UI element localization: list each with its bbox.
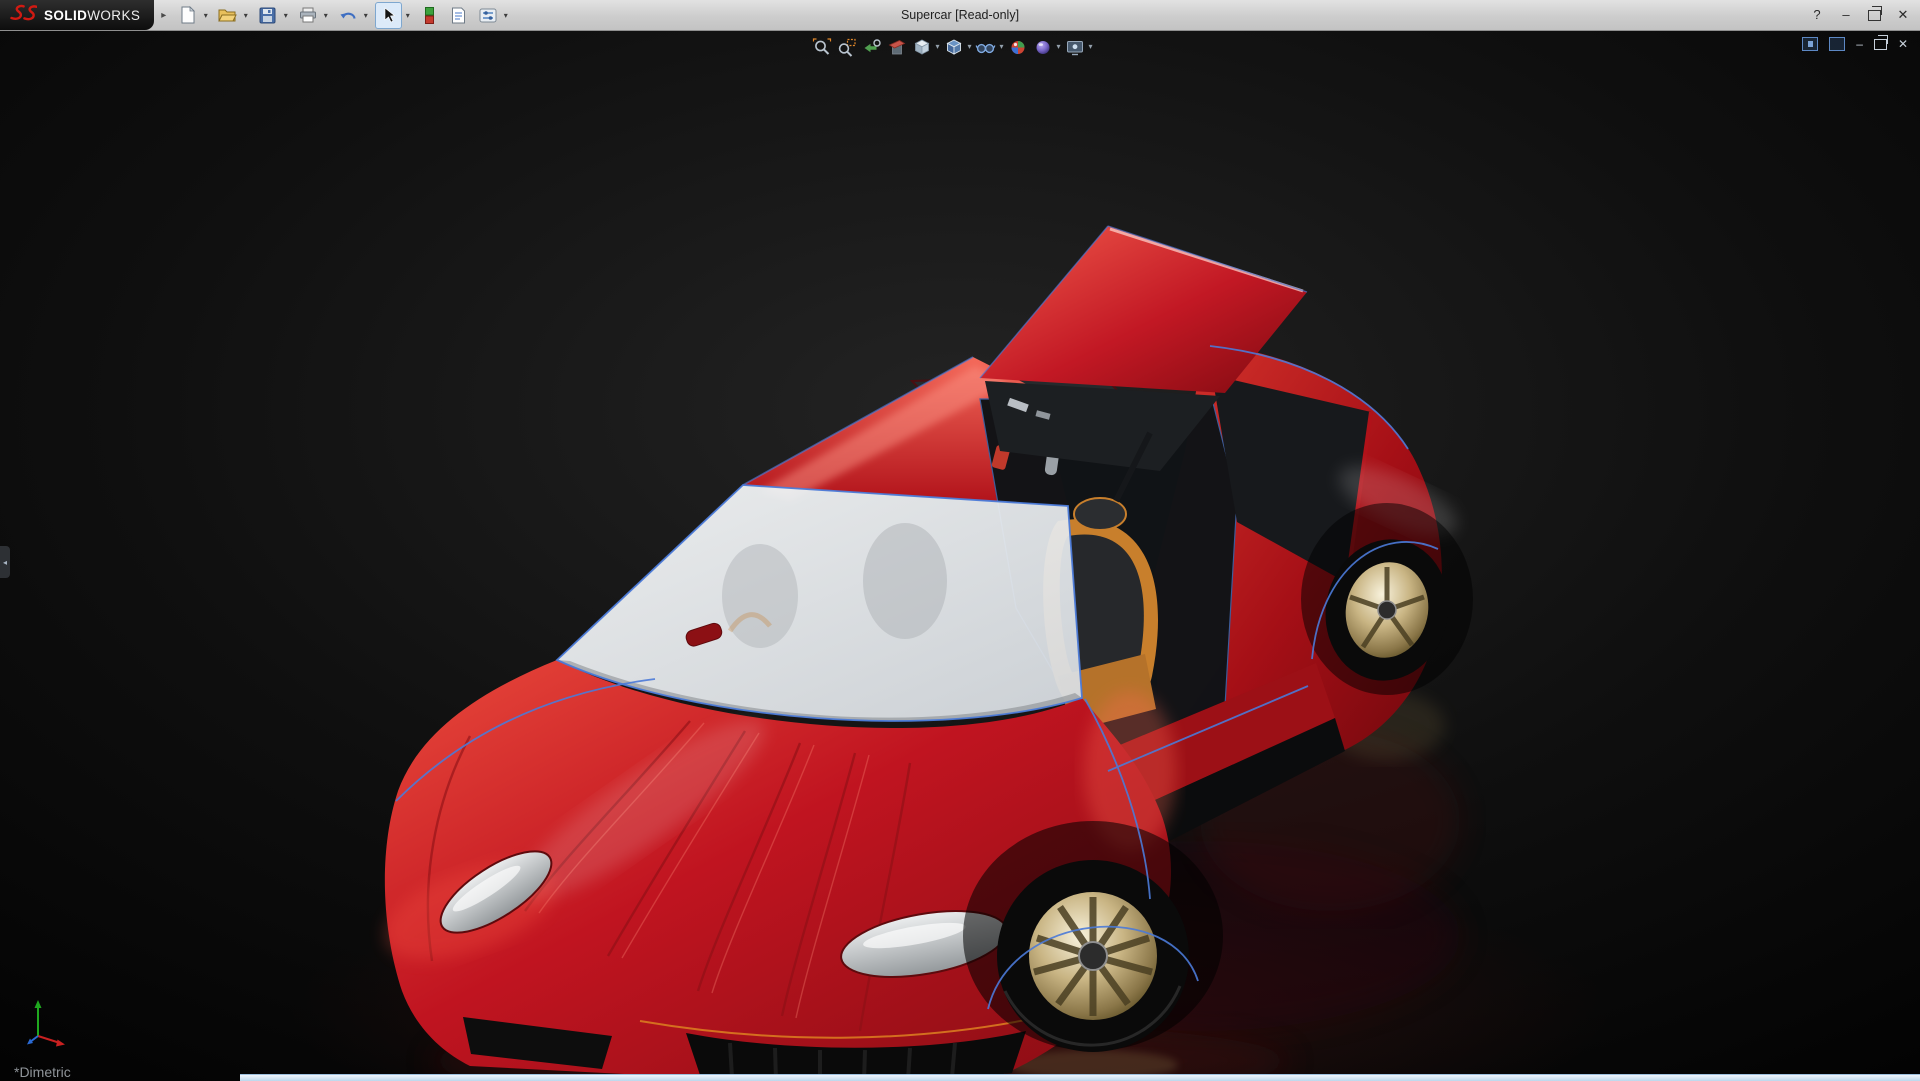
print-caret[interactable]: ▾: [320, 3, 331, 28]
view-settings-icon: [1065, 38, 1084, 57]
pane-toggle-left-icon: [1808, 41, 1813, 47]
new-document-icon: [179, 6, 196, 24]
solidworks-wordmark: SOLIDWORKS: [44, 8, 140, 23]
solidworks-logo-icon: [9, 3, 37, 27]
view-orientation-label: *Dimetric: [14, 1064, 71, 1080]
print-button[interactable]: [295, 3, 320, 28]
document-window-controls: – ✕: [1802, 37, 1908, 51]
edit-appearance-ball-icon: [1008, 38, 1027, 57]
pane-toggle-right-button[interactable]: [1829, 37, 1845, 51]
apply-scene-button[interactable]: [1032, 36, 1054, 58]
interior-seat: [991, 445, 1158, 731]
previous-view-icon: [862, 38, 881, 57]
close-app-button[interactable]: ✕: [1896, 0, 1910, 30]
graphics-area[interactable]: ▾ ▾ ▾: [0, 31, 1920, 1081]
restore-document-button[interactable]: [1874, 39, 1887, 50]
save-floppy-icon: [259, 7, 276, 24]
view-settings-button[interactable]: [1064, 36, 1086, 58]
open-button[interactable]: [215, 3, 240, 28]
pane-toggle-left-button[interactable]: [1802, 37, 1818, 51]
edit-appearance-button[interactable]: [1007, 36, 1029, 58]
new-document-caret[interactable]: ▾: [200, 3, 211, 28]
open-folder-icon: [218, 7, 237, 23]
car-model: [0, 31, 1920, 1081]
zoom-to-area-button[interactable]: [836, 36, 858, 58]
print-icon: [299, 7, 317, 23]
zoom-to-fit-icon: [812, 38, 831, 57]
file-properties-button[interactable]: [446, 3, 471, 28]
options-caret[interactable]: ▾: [500, 3, 511, 28]
orientation-triad: [26, 996, 72, 1053]
side-mirror: [684, 622, 723, 648]
rebuild-button[interactable]: [417, 3, 442, 28]
app-window-controls: ? – ✕: [1810, 0, 1910, 30]
view-orientation-button[interactable]: [911, 36, 933, 58]
minimize-app-button[interactable]: –: [1839, 0, 1853, 30]
undo-arrow-icon: [339, 8, 357, 23]
rear-wheel: [1301, 503, 1473, 695]
quick-access-toolbar: ▾ ▾ ▾ ▾: [175, 2, 511, 29]
zoom-to-area-icon: [837, 38, 856, 57]
apply-scene-sphere-icon: [1033, 38, 1052, 57]
floor-reflection: [430, 692, 1460, 1081]
hide-show-items-button[interactable]: [975, 36, 997, 58]
view-orientation-cube-icon: [912, 38, 931, 57]
gullwing-door: [980, 226, 1307, 501]
close-document-button[interactable]: ✕: [1898, 37, 1908, 51]
solidworks-logo: SOLIDWORKS: [0, 0, 154, 30]
options-button[interactable]: [475, 3, 500, 28]
open-caret[interactable]: ▾: [240, 3, 251, 28]
front-wheel: [963, 821, 1223, 1052]
select-tool-caret[interactable]: ▾: [402, 3, 413, 28]
collapse-arrow-icon: ◂: [3, 558, 7, 567]
display-style-button[interactable]: [943, 36, 965, 58]
view-settings-caret[interactable]: ▾: [1086, 36, 1096, 58]
apply-scene-caret[interactable]: ▾: [1054, 36, 1064, 58]
featuremanager-collapse-tab[interactable]: ◂: [0, 546, 10, 578]
feature-edges: [396, 346, 1438, 1009]
section-view-icon: [887, 38, 906, 57]
hide-show-items-caret[interactable]: ▾: [997, 36, 1007, 58]
undo-button[interactable]: [335, 3, 360, 28]
display-style-icon: [944, 38, 963, 57]
new-document-button[interactable]: [175, 3, 200, 28]
menu-expand-arrow[interactable]: ▸: [154, 10, 173, 21]
help-button[interactable]: ?: [1810, 0, 1824, 30]
heads-up-view-toolbar: ▾ ▾ ▾: [811, 36, 1096, 58]
rebuild-traffic-light-icon: [425, 7, 434, 24]
options-icon: [479, 8, 497, 23]
file-properties-icon: [451, 7, 466, 24]
restore-app-button[interactable]: [1868, 10, 1881, 21]
windshield: [557, 485, 1082, 721]
previous-view-button[interactable]: [861, 36, 883, 58]
select-tool-button[interactable]: [375, 2, 402, 29]
hide-show-glasses-icon: [976, 38, 996, 57]
view-orientation-caret[interactable]: ▾: [933, 36, 943, 58]
document-title: Supercar [Read-only]: [901, 0, 1019, 30]
triad-axes-icon: [26, 996, 72, 1048]
save-caret[interactable]: ▾: [280, 3, 291, 28]
section-view-button[interactable]: [886, 36, 908, 58]
select-cursor-icon: [383, 7, 395, 23]
zoom-to-fit-button[interactable]: [811, 36, 833, 58]
save-button[interactable]: [255, 3, 280, 28]
display-style-caret[interactable]: ▾: [965, 36, 975, 58]
undo-caret[interactable]: ▾: [360, 3, 371, 28]
headlights: [429, 836, 1012, 988]
minimize-document-button[interactable]: –: [1856, 37, 1863, 51]
titlebar: SOLIDWORKS ▸ ▾ ▾ ▾: [0, 0, 1920, 31]
